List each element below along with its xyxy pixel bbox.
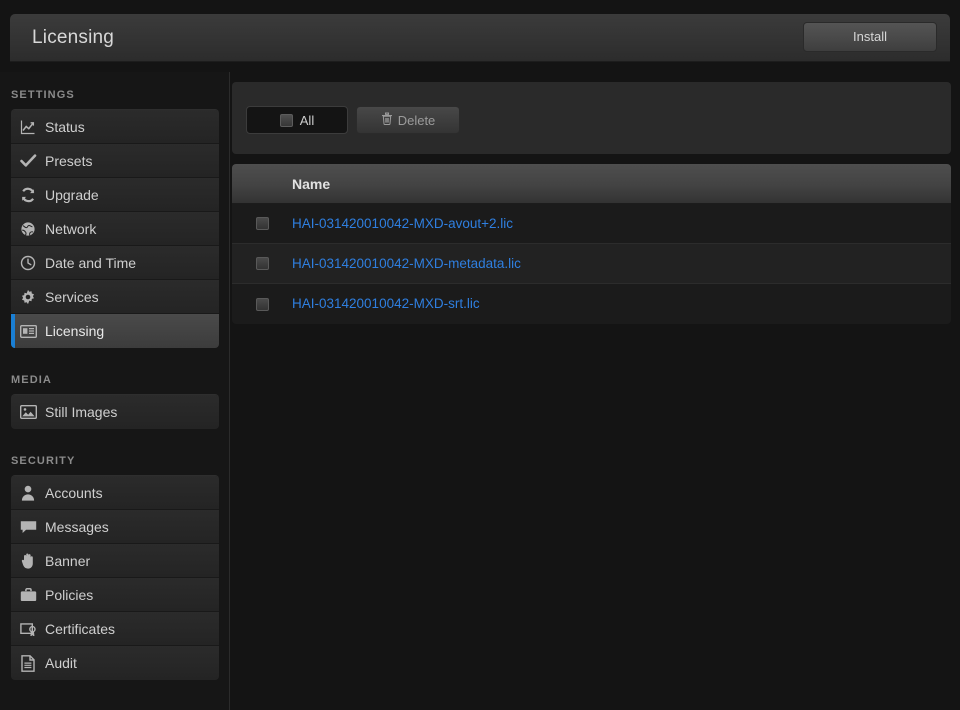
select-all-toggle[interactable]: All [246,106,348,134]
row-checkbox-cell [232,217,292,230]
sidebar-item-label: Network [45,221,96,237]
column-header-name: Name [292,176,330,192]
license-file-link[interactable]: HAI-031420010042-MXD-avout+2.lic [292,216,513,231]
sidebar-section-label-settings: SETTINGS [0,89,229,101]
refresh-icon [11,187,45,203]
sidebar-section-label-media: MEDIA [0,374,229,386]
row-checkbox-cell [232,257,292,270]
row-checkbox[interactable] [256,257,269,270]
sidebar-item-label: Services [45,289,99,305]
sidebar-item-audit[interactable]: Audit [11,646,219,680]
list-toolbar: All Delete [232,82,951,154]
sidebar-item-upgrade[interactable]: Upgrade [11,178,219,212]
sidebar-item-label: Status [45,119,85,135]
license-card-icon [11,325,45,338]
app-header: Licensing Install [10,14,950,62]
license-table: Name HAI-031420010042-MXD-avout+2.licHAI… [232,164,951,324]
sidebar-item-label: Licensing [45,323,104,339]
briefcase-icon [11,588,45,602]
install-button[interactable]: Install [803,22,937,52]
gear-icon [11,289,45,305]
content-area: All Delete Name HAI-031420010042-MXD-avo… [231,72,960,710]
table-body: HAI-031420010042-MXD-avout+2.lic HAI-0314… [232,204,951,324]
check-icon [11,153,45,169]
sidebar-item-label: Messages [45,519,109,535]
chart-line-icon [11,119,45,135]
delete-button-label: Delete [398,113,436,128]
license-file-cell: HAI-031420010042-MXD-metadata.lic [292,255,521,273]
sidebar: SETTINGS Status Presets Upgrade Network Date … [0,72,230,710]
sidebar-item-policies[interactable]: Policies [11,578,219,612]
sidebar-item-certificates[interactable]: Certificates [11,612,219,646]
row-checkbox[interactable] [256,298,269,311]
sidebar-item-network[interactable]: Network [11,212,219,246]
sidebar-item-label: Certificates [45,621,115,637]
sidebar-item-services[interactable]: Services [11,280,219,314]
hand-icon [11,553,45,569]
sidebar-group-media: Still Images [11,394,219,429]
license-file-cell: HAI-031420010042-MXD-avout+2.lic [292,215,513,233]
person-icon [11,485,45,501]
table-row[interactable]: HAI-031420010042-MXD-avout+2.lic [232,204,951,244]
license-file-cell: HAI-031420010042-MXD-srt.lic [292,295,480,313]
sidebar-item-accounts[interactable]: Accounts [11,476,219,510]
image-icon [11,405,45,419]
delete-button[interactable]: Delete [356,106,460,134]
certificate-icon [11,622,45,636]
sidebar-item-licensing[interactable]: Licensing [11,314,219,348]
sidebar-item-date-and-time[interactable]: Date and Time [11,246,219,280]
sidebar-section-label-security: SECURITY [0,455,229,467]
table-header-row: Name [232,164,951,204]
sidebar-group-security: Accounts Messages Banner Policies Certificat… [11,475,219,680]
sidebar-item-label: Accounts [45,485,103,501]
sidebar-item-label: Date and Time [45,255,136,271]
trash-icon [381,112,393,128]
sidebar-group-settings: Status Presets Upgrade Network Date and Time… [11,109,219,348]
speech-bubble-icon [11,520,45,534]
sidebar-item-still-images[interactable]: Still Images [11,395,219,429]
row-checkbox[interactable] [256,217,269,230]
sidebar-item-label: Policies [45,587,93,603]
page-title: Licensing [32,27,114,49]
sidebar-item-status[interactable]: Status [11,110,219,144]
sidebar-item-label: Audit [45,655,77,671]
sidebar-item-label: Upgrade [45,187,99,203]
sidebar-item-label: Still Images [45,404,117,420]
table-row[interactable]: HAI-031420010042-MXD-metadata.lic [232,244,951,284]
license-file-link[interactable]: HAI-031420010042-MXD-metadata.lic [292,256,521,271]
sidebar-item-label: Presets [45,153,92,169]
select-all-label: All [300,113,314,128]
row-checkbox-cell [232,298,292,311]
table-row[interactable]: HAI-031420010042-MXD-srt.lic [232,284,951,324]
globe-icon [11,221,45,237]
clock-icon [11,255,45,271]
license-file-link[interactable]: HAI-031420010042-MXD-srt.lic [292,296,480,311]
sidebar-item-messages[interactable]: Messages [11,510,219,544]
sidebar-item-presets[interactable]: Presets [11,144,219,178]
select-all-checkbox[interactable] [280,114,293,127]
document-icon [11,655,45,672]
sidebar-item-label: Banner [45,553,90,569]
sidebar-item-banner[interactable]: Banner [11,544,219,578]
